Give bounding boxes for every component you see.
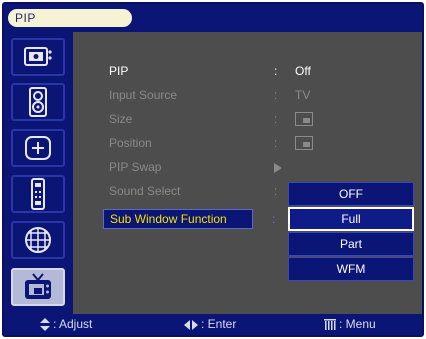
hint-adjust-label: : Adjust — [53, 317, 93, 331]
sound-select-label: Sound Select — [109, 184, 181, 198]
dropdown-option-part[interactable]: Part — [288, 232, 414, 256]
pip-settings-panel: PIP : Off Input Source : TV Size : Posit… — [73, 32, 422, 314]
input-source-colon: : — [274, 88, 278, 102]
remote-input-icon — [31, 178, 45, 210]
multimedia-icon — [25, 227, 51, 253]
speaker-icon — [29, 87, 47, 117]
size-box-icon — [295, 111, 313, 126]
pip-colon: : — [274, 64, 278, 78]
left-right-arrows-icon — [184, 319, 198, 330]
position-box-icon — [295, 135, 313, 150]
hint-enter-label: : Enter — [201, 317, 237, 331]
input-source-value: TV — [295, 88, 311, 102]
pip-swap-label: PIP Swap — [109, 160, 162, 174]
hint-enter: : Enter — [184, 314, 236, 335]
menu-title: PIP — [8, 9, 132, 27]
sidebar-item-input[interactable] — [11, 175, 65, 213]
input-source-label: Input Source — [109, 88, 178, 102]
sidebar — [4, 32, 73, 314]
menu-bars-icon — [324, 319, 336, 331]
hint-menu: : Menu — [324, 314, 376, 335]
hint-adjust: : Adjust — [40, 314, 92, 335]
sub-window-function-colon: : — [272, 212, 276, 226]
sidebar-item-sound[interactable] — [11, 83, 65, 121]
hint-menu-label: : Menu — [339, 317, 376, 331]
size-colon: : — [274, 112, 278, 126]
sidebar-item-picture[interactable] — [11, 38, 65, 76]
up-down-arrows-icon — [40, 318, 50, 332]
pip-label: PIP — [109, 64, 129, 78]
osd-window: PIP PIP: Off Input Source: TV Size: P… — [2, 2, 424, 337]
picture-icon — [24, 47, 52, 66]
sidebar-item-setup[interactable] — [11, 129, 65, 167]
sidebar-item-pip[interactable] — [11, 268, 65, 306]
dropdown-option-wfm[interactable]: WFM — [288, 257, 414, 281]
position-label: Position — [109, 136, 152, 150]
pip-tv-icon — [25, 273, 51, 299]
sidebar-item-multimedia[interactable] — [11, 221, 65, 259]
title-bar: PIP — [4, 4, 422, 32]
pip-value: Off — [295, 64, 311, 78]
size-label: Size — [109, 112, 133, 126]
dropdown-option-full[interactable]: Full — [288, 207, 414, 231]
dropdown-option-off[interactable]: OFF — [288, 182, 414, 206]
sound-select-colon: : — [274, 184, 278, 198]
menu-row-sub-window-function[interactable]: Sub Window Function — [103, 209, 253, 229]
bottom-hint-bar: : Adjust : Enter : Menu — [4, 314, 422, 335]
position-colon: : — [274, 136, 278, 150]
setup-icon — [25, 136, 51, 160]
arrow-right-icon — [274, 162, 282, 173]
